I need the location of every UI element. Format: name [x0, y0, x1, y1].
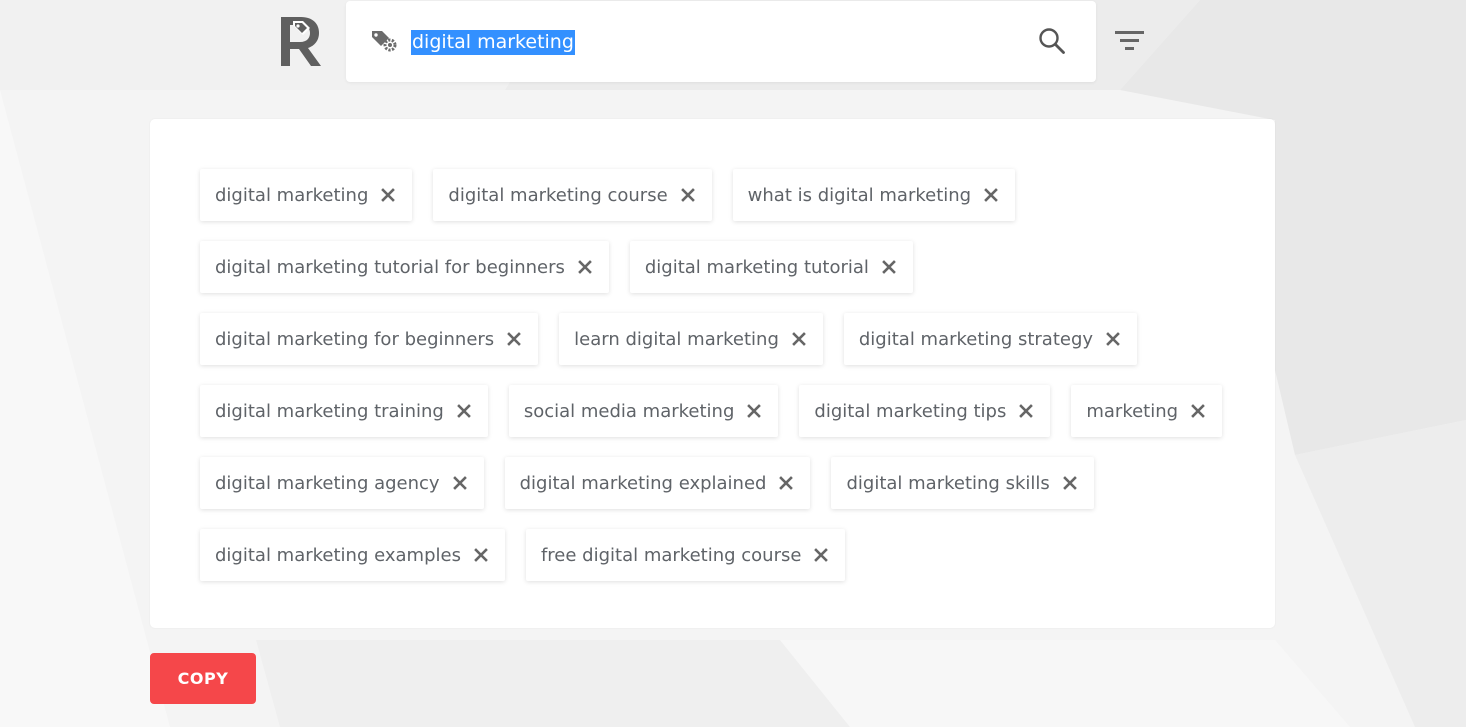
- tags-panel: digital marketing digital marketing cour…: [150, 119, 1275, 628]
- tag-chip[interactable]: digital marketing course: [433, 169, 712, 221]
- close-icon[interactable]: [747, 404, 762, 418]
- tag-label: what is digital marketing: [747, 184, 972, 206]
- tag-chip[interactable]: digital marketing strategy: [843, 313, 1138, 365]
- tag-chip[interactable]: free digital marketing course: [525, 529, 846, 581]
- tag-label: digital marketing for beginners: [215, 328, 495, 350]
- tag-label: digital marketing tutorial for beginners: [215, 256, 565, 278]
- tag-chip[interactable]: social media marketing: [508, 385, 779, 437]
- tag-list: digital marketing digital marketing cour…: [200, 169, 1240, 581]
- logo[interactable]: [279, 15, 323, 67]
- filter-icon[interactable]: [1114, 28, 1145, 54]
- tag-chip[interactable]: digital marketing for beginners: [200, 313, 539, 365]
- close-icon[interactable]: [457, 404, 471, 418]
- search-bar: digital marketing: [346, 1, 1096, 82]
- tag-label: free digital marketing course: [540, 544, 802, 566]
- close-icon[interactable]: [474, 548, 488, 562]
- close-icon[interactable]: [381, 188, 396, 202]
- tag-chip[interactable]: digital marketing: [200, 169, 413, 221]
- tag-label: digital marketing: [215, 184, 369, 206]
- close-icon[interactable]: [1019, 404, 1034, 418]
- tag-chip[interactable]: digital marketing tutorial for beginners: [200, 241, 609, 293]
- close-icon[interactable]: [680, 188, 695, 202]
- search-input[interactable]: digital marketing: [411, 30, 575, 55]
- tag-label: digital marketing agency: [215, 472, 440, 494]
- tag-label: digital marketing training: [215, 400, 444, 422]
- tag-chip[interactable]: digital marketing tips: [799, 385, 1051, 437]
- tag-label: learn digital marketing: [574, 328, 779, 350]
- tag-label: digital marketing strategy: [858, 328, 1094, 350]
- close-icon[interactable]: [984, 188, 998, 202]
- tag-chip[interactable]: digital marketing agency: [200, 457, 484, 509]
- close-icon[interactable]: [1106, 332, 1120, 346]
- tag-gear-icon: [372, 31, 397, 52]
- tag-chip[interactable]: what is digital marketing: [732, 169, 1016, 221]
- tag-label: marketing: [1086, 400, 1179, 422]
- close-icon[interactable]: [882, 260, 896, 274]
- close-icon[interactable]: [507, 332, 522, 346]
- tag-chip[interactable]: marketing: [1071, 385, 1223, 437]
- close-icon[interactable]: [792, 332, 806, 346]
- tag-label: digital marketing skills: [846, 472, 1050, 494]
- tag-label: digital marketing examples: [215, 544, 461, 566]
- close-icon[interactable]: [1191, 404, 1205, 418]
- tag-chip[interactable]: digital marketing training: [200, 385, 488, 437]
- close-icon[interactable]: [1062, 476, 1077, 490]
- close-icon[interactable]: [578, 260, 592, 274]
- copy-button[interactable]: COPY: [150, 653, 256, 704]
- tag-label: social media marketing: [523, 400, 735, 422]
- close-icon[interactable]: [779, 476, 794, 490]
- tag-label: digital marketing tips: [814, 400, 1007, 422]
- tag-label: digital marketing explained: [519, 472, 767, 494]
- close-icon[interactable]: [452, 476, 467, 490]
- search-icon[interactable]: [1038, 27, 1066, 55]
- tag-chip[interactable]: learn digital marketing: [559, 313, 823, 365]
- tag-chip[interactable]: digital marketing examples: [200, 529, 505, 581]
- tag-chip[interactable]: digital marketing skills: [831, 457, 1094, 509]
- tag-label: digital marketing course: [448, 184, 668, 206]
- tag-label: digital marketing tutorial: [644, 256, 869, 278]
- tag-chip[interactable]: digital marketing explained: [504, 457, 811, 509]
- tag-chip[interactable]: digital marketing tutorial: [629, 241, 913, 293]
- close-icon[interactable]: [814, 548, 829, 562]
